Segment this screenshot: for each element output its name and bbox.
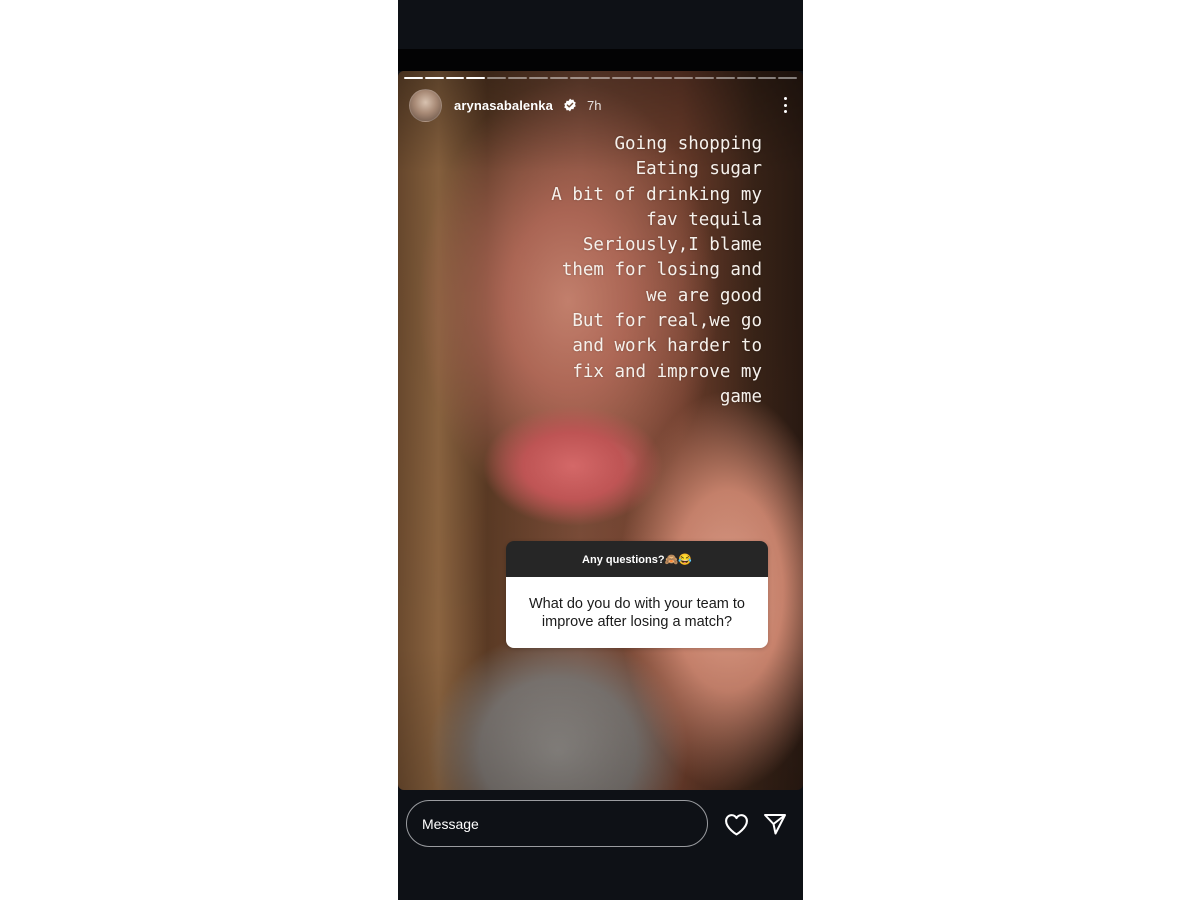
progress-segment: [507, 77, 527, 79]
timestamp: 7h: [586, 97, 602, 113]
heart-icon[interactable]: [722, 810, 750, 838]
progress-segment: [757, 77, 777, 79]
username[interactable]: arynasabalenka: [454, 98, 553, 113]
progress-segment: [611, 77, 631, 79]
progress-segment: [674, 77, 694, 79]
progress-segment: [404, 77, 423, 79]
progress-segment: [715, 77, 735, 79]
progress-segment: [424, 77, 444, 79]
story-header: arynasabalenka 7h: [409, 88, 793, 122]
message-input[interactable]: [406, 800, 708, 847]
progress-segment: [778, 77, 798, 79]
question-sticker[interactable]: Any questions?🙈😂 What do you do with you…: [506, 541, 768, 648]
progress-segment: [736, 77, 756, 79]
top-band: [398, 49, 803, 71]
progress-segment: [591, 77, 610, 79]
story-media[interactable]: arynasabalenka 7h Going shopping Eating …: [398, 71, 803, 790]
story-caption: Going shopping Eating sugar A bit of dri…: [551, 134, 762, 407]
question-sticker-prompt: Any questions?🙈😂: [506, 541, 768, 577]
story-progress-bar: [404, 77, 798, 79]
progress-segment: [549, 77, 569, 79]
verified-badge-icon: [563, 98, 577, 112]
progress-segment: [487, 77, 506, 79]
progress-segment: [632, 77, 652, 79]
story-footer: [398, 790, 803, 900]
progress-segment: [695, 77, 714, 79]
question-sticker-question: What do you do with your team to improve…: [506, 577, 768, 648]
status-area: [398, 0, 803, 49]
progress-segment: [445, 77, 465, 79]
story-viewer: arynasabalenka 7h Going shopping Eating …: [398, 0, 803, 900]
progress-segment: [570, 77, 590, 79]
progress-segment: [466, 77, 486, 79]
avatar[interactable]: [409, 88, 442, 122]
progress-segment: [653, 77, 673, 79]
more-options-icon[interactable]: [777, 94, 793, 116]
progress-segment: [528, 77, 548, 79]
send-icon[interactable]: [761, 810, 789, 838]
